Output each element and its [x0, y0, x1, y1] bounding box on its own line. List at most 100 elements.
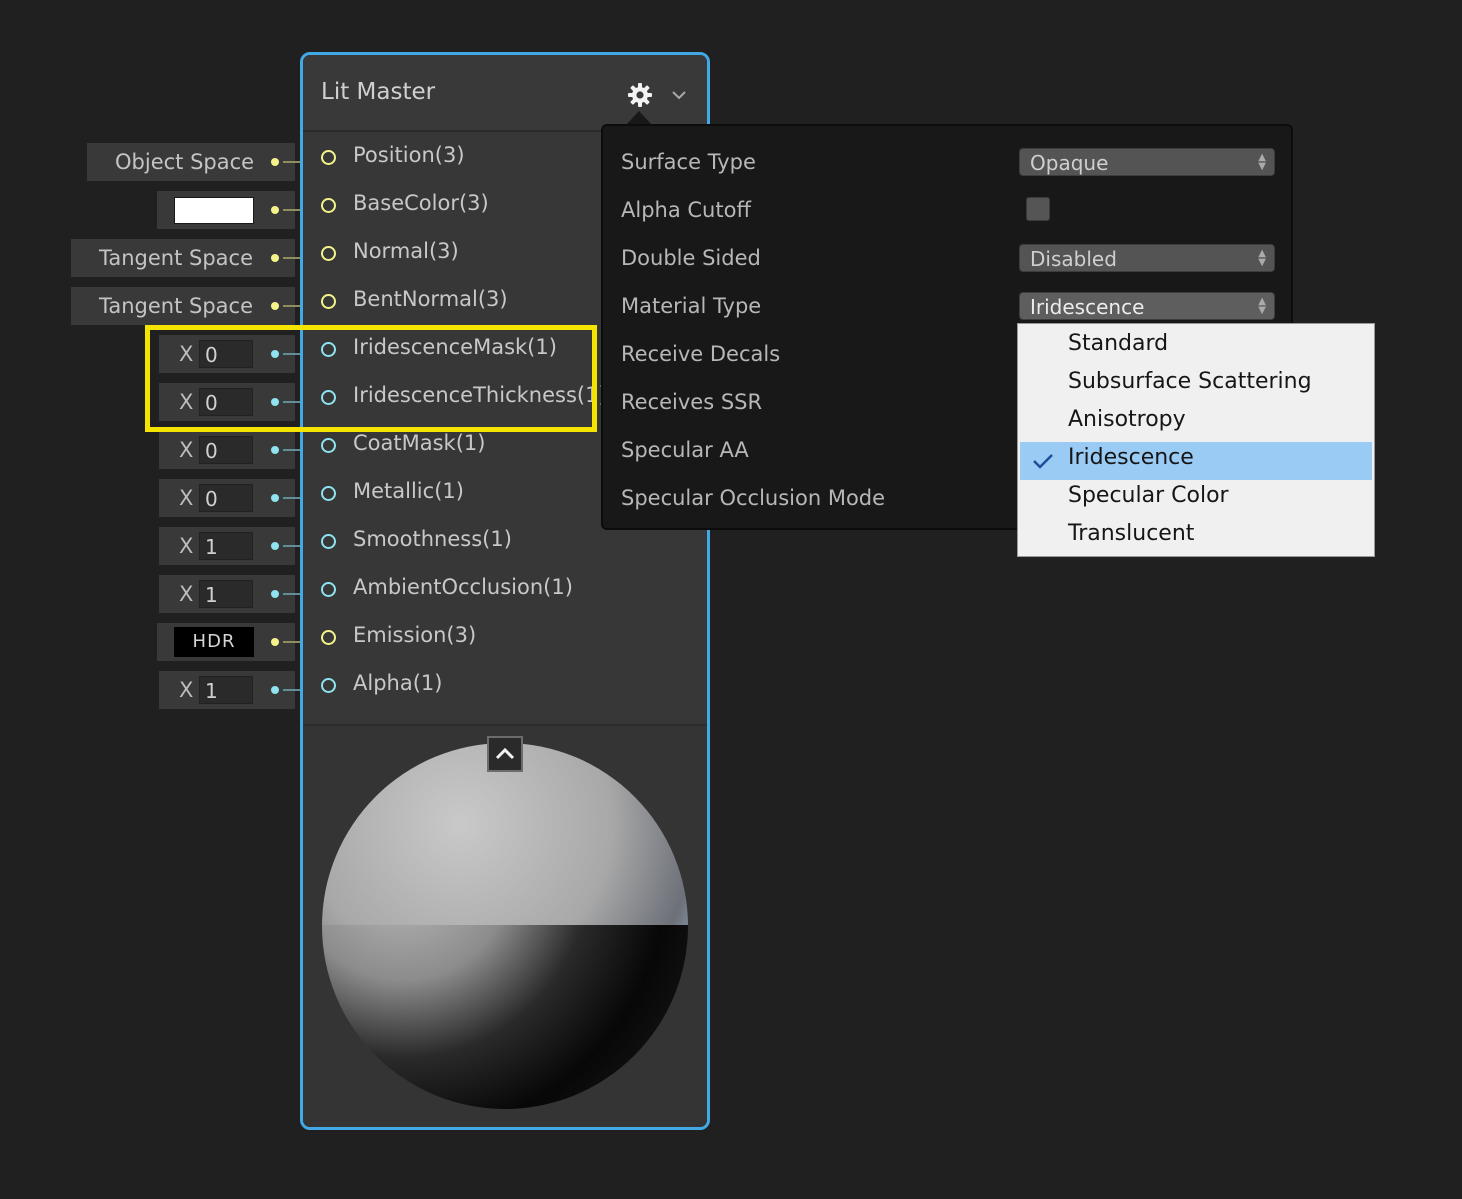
chevron-up-icon	[495, 747, 515, 760]
material-preview	[303, 724, 707, 1127]
menu-item-translucent[interactable]: Translucent	[1020, 518, 1372, 556]
menu-item-iridescence[interactable]: Iridescence	[1020, 442, 1372, 480]
menu-item-specular-color[interactable]: Specular Color	[1020, 480, 1372, 518]
menu-item-subsurface-scattering[interactable]: Subsurface Scattering	[1020, 366, 1372, 404]
slot-name: Position(3)	[353, 143, 465, 167]
dropdown-arrows-icon: ▲ ▼	[1258, 248, 1266, 268]
slot-name: Normal(3)	[353, 239, 459, 263]
specular-aa-label: Specular AA	[621, 438, 749, 462]
input-slot[interactable]: Alpha(1)	[303, 666, 707, 706]
input-row: X1	[0, 527, 320, 565]
slot-name: Alpha(1)	[353, 671, 443, 695]
iridescence-slots-highlight	[145, 325, 597, 432]
input-row: X0	[0, 479, 320, 517]
slot-port-icon[interactable]	[321, 630, 336, 645]
slot-name: Smoothness(1)	[353, 527, 512, 551]
input-row: Object Space	[0, 143, 320, 181]
node-title: Lit Master	[321, 79, 436, 105]
alpha-cutoff-label: Alpha Cutoff	[621, 198, 751, 222]
float-field[interactable]: 0	[199, 436, 253, 464]
slot-port-icon[interactable]	[321, 534, 336, 549]
double-sided-value: Disabled	[1030, 247, 1117, 271]
double-sided-label: Double Sided	[621, 246, 761, 270]
output-port-icon[interactable]	[271, 686, 279, 694]
input-row	[0, 191, 320, 229]
specular-occlusion-mode-label: Specular Occlusion Mode	[621, 486, 886, 510]
receives-ssr-label: Receives SSR	[621, 390, 763, 414]
input-row: X1	[0, 575, 320, 613]
slot-port-icon[interactable]	[321, 150, 336, 165]
input-row: X1	[0, 671, 320, 709]
menu-item-label: Anisotropy	[1068, 407, 1186, 432]
material-type-label: Material Type	[621, 294, 762, 318]
slot-port-icon[interactable]	[321, 678, 336, 693]
output-port-icon[interactable]	[271, 590, 279, 598]
preview-sphere	[322, 743, 688, 1109]
float-field[interactable]: 0	[199, 484, 253, 512]
surface-type-label: Surface Type	[621, 150, 756, 174]
axis-label: X	[179, 582, 194, 606]
menu-item-label: Specular Color	[1068, 483, 1229, 508]
space-input[interactable]: Tangent Space	[71, 287, 295, 325]
slot-name: AmbientOcclusion(1)	[353, 575, 573, 599]
color-swatch[interactable]	[174, 196, 254, 224]
space-label: Object Space	[115, 150, 255, 174]
menu-item-label: Translucent	[1068, 521, 1195, 546]
space-label: Tangent Space	[99, 246, 253, 270]
checkmark-icon	[1033, 454, 1053, 469]
dropdown-arrows-icon: ▲ ▼	[1258, 296, 1266, 316]
axis-label: X	[179, 438, 194, 462]
output-port-icon[interactable]	[271, 254, 279, 262]
gear-icon[interactable]	[627, 82, 653, 108]
input-slot[interactable]: Emission(3)	[303, 618, 707, 658]
surface-type-value: Opaque	[1030, 151, 1109, 175]
double-sided-dropdown[interactable]: Disabled ▲ ▼	[1019, 244, 1275, 272]
collapse-preview-button[interactable]	[487, 736, 523, 772]
slot-port-icon[interactable]	[321, 582, 336, 597]
slot-port-icon[interactable]	[321, 486, 336, 501]
space-input[interactable]: Tangent Space	[71, 239, 295, 277]
slot-name: Emission(3)	[353, 623, 477, 647]
output-port-icon[interactable]	[271, 494, 279, 502]
hdr-label: HDR	[192, 631, 236, 652]
material-type-dropdown[interactable]: Iridescence ▲ ▼	[1019, 292, 1275, 320]
input-slot[interactable]: AmbientOcclusion(1)	[303, 570, 707, 610]
alpha-cutoff-checkbox[interactable]	[1026, 197, 1050, 221]
output-port-icon[interactable]	[271, 158, 279, 166]
chevron-down-icon[interactable]	[671, 89, 687, 101]
space-label: Tangent Space	[99, 294, 253, 318]
axis-label: X	[179, 678, 194, 702]
slot-port-icon[interactable]	[321, 294, 336, 309]
material-type-value: Iridescence	[1030, 295, 1145, 319]
input-row: HDR	[0, 623, 320, 661]
output-port-icon[interactable]	[271, 638, 279, 646]
axis-label: X	[179, 486, 194, 510]
hdr-swatch[interactable]: HDR	[174, 627, 254, 657]
slot-name: Metallic(1)	[353, 479, 464, 503]
output-port-icon[interactable]	[271, 302, 279, 310]
float-field[interactable]: 1	[199, 580, 253, 608]
input-row: Tangent Space	[0, 239, 320, 277]
output-port-icon[interactable]	[271, 206, 279, 214]
space-input[interactable]: Object Space	[87, 143, 295, 181]
menu-item-label: Iridescence	[1068, 445, 1194, 470]
slot-port-icon[interactable]	[321, 246, 336, 261]
output-port-icon[interactable]	[271, 446, 279, 454]
material-type-menu: Standard Subsurface Scattering Anisotrop…	[1017, 323, 1375, 557]
slot-name: CoatMask(1)	[353, 431, 486, 455]
slot-port-icon[interactable]	[321, 438, 336, 453]
slot-name: BentNormal(3)	[353, 287, 508, 311]
float-field[interactable]: 1	[199, 532, 253, 560]
input-row: Tangent Space	[0, 287, 320, 325]
slot-name: BaseColor(3)	[353, 191, 489, 215]
output-port-icon[interactable]	[271, 542, 279, 550]
settings-pointer	[626, 111, 652, 125]
surface-type-dropdown[interactable]: Opaque ▲ ▼	[1019, 148, 1275, 176]
menu-item-label: Subsurface Scattering	[1068, 369, 1312, 394]
menu-item-label: Standard	[1068, 331, 1169, 356]
float-field[interactable]: 1	[199, 676, 253, 704]
menu-item-standard[interactable]: Standard	[1020, 328, 1372, 366]
slot-port-icon[interactable]	[321, 198, 336, 213]
receive-decals-label: Receive Decals	[621, 342, 781, 366]
menu-item-anisotropy[interactable]: Anisotropy	[1020, 404, 1372, 442]
